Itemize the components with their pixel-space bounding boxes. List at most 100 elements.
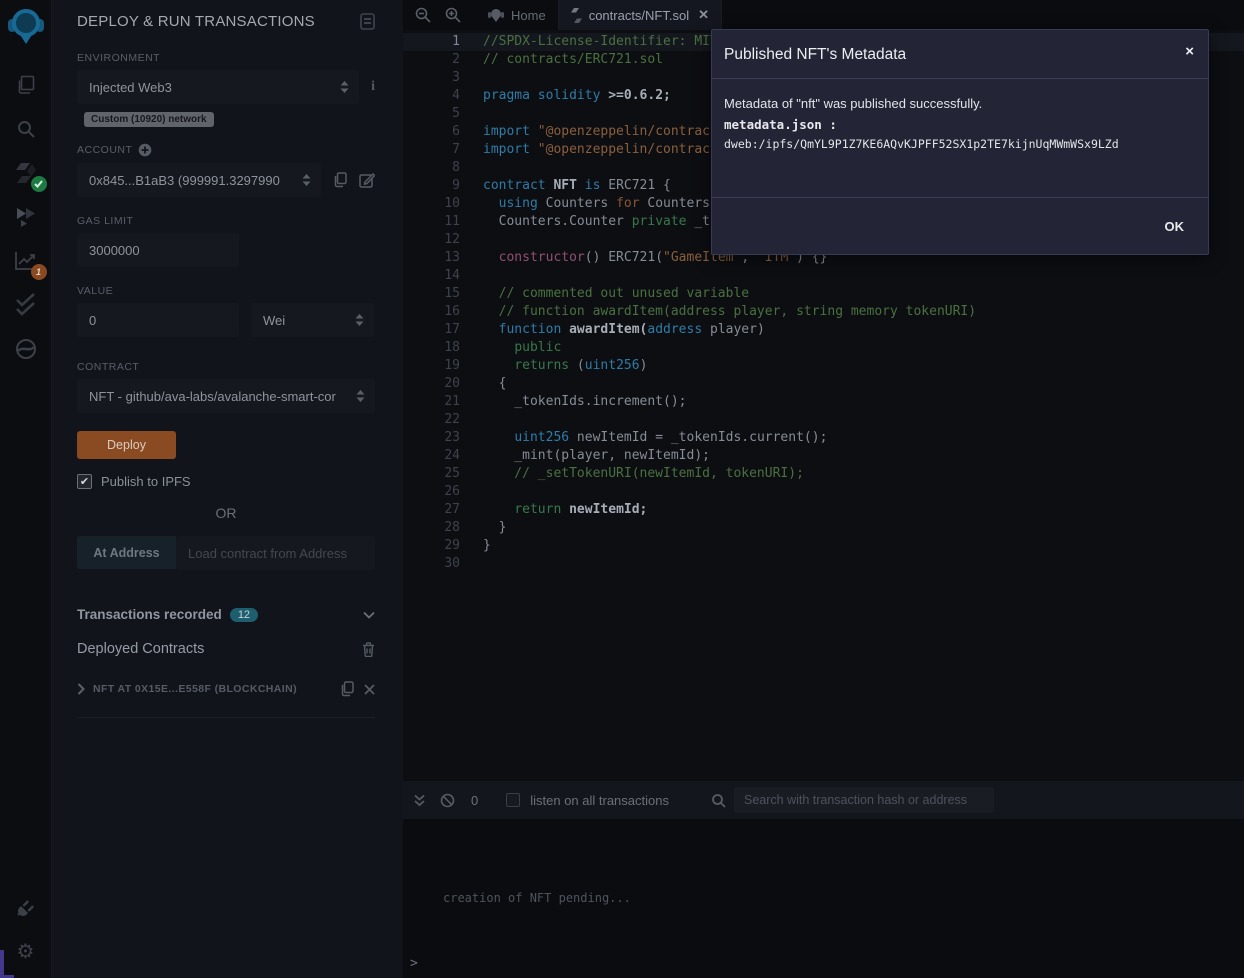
zoom-in-icon[interactable]: [438, 6, 468, 24]
terminal-search-input[interactable]: [734, 787, 994, 813]
remix-home-icon: [488, 7, 504, 23]
account-value: 0x845...B1aB3 (999991.3297990: [89, 173, 280, 188]
chevron-updown-icon: [302, 174, 311, 186]
terminal-output[interactable]: creation of NFT pending... >: [403, 819, 1244, 978]
line-number: 26: [403, 483, 460, 501]
line-number: 23: [403, 429, 460, 447]
code-line[interactable]: 20 {: [403, 375, 1244, 393]
icon-rail: 1 ⚙: [0, 0, 52, 978]
tab-nft-sol-label: contracts/NFT.sol: [589, 8, 689, 23]
clear-console-icon[interactable]: [440, 793, 455, 808]
at-address-input[interactable]: [176, 536, 375, 570]
line-number: 28: [403, 519, 460, 537]
deployed-contract-label: NFT AT 0X15E...E558F (BLOCKCHAIN): [93, 683, 297, 695]
line-number: 19: [403, 357, 460, 375]
line-number: 1: [403, 33, 460, 51]
close-tab-icon[interactable]: ✕: [698, 7, 709, 23]
listen-transactions-checkbox[interactable]: [506, 793, 520, 807]
line-number: 22: [403, 411, 460, 429]
line-number: 29: [403, 537, 460, 555]
theme-accent: [0, 950, 4, 978]
code-line[interactable]: 28 }: [403, 519, 1244, 537]
line-number: 12: [403, 231, 460, 249]
terminal-toolbar: 0 listen on all transactions: [403, 781, 1244, 819]
zoom-out-icon[interactable]: [408, 6, 438, 24]
compile-success-badge: [31, 176, 47, 192]
contract-value: NFT - github/ava-labs/avalanche-smart-co…: [89, 389, 336, 404]
remove-contract-icon[interactable]: [364, 684, 375, 695]
deploy-button[interactable]: Deploy: [77, 431, 176, 459]
code-line[interactable]: 15 // commented out unused variable: [403, 285, 1244, 303]
line-number: 11: [403, 213, 460, 231]
file-explorer-icon[interactable]: [11, 70, 41, 100]
code-line[interactable]: 23 uint256 newItemId = _tokenIds.current…: [403, 429, 1244, 447]
value-input[interactable]: [77, 303, 239, 337]
line-number: 3: [403, 69, 460, 87]
line-number: 13: [403, 249, 460, 267]
environment-value: Injected Web3: [89, 80, 172, 95]
settings-gear-icon[interactable]: ⚙: [11, 936, 41, 966]
deployed-contract-item[interactable]: NFT AT 0X15E...E558F (BLOCKCHAIN): [77, 681, 375, 718]
ok-button[interactable]: OK: [1165, 219, 1185, 234]
tab-home[interactable]: Home: [476, 0, 558, 30]
solidity-compiler-icon[interactable]: [11, 158, 41, 188]
code-line[interactable]: 25 // _setTokenURI(newItemId, tokenURI);: [403, 465, 1244, 483]
line-number: 16: [403, 303, 460, 321]
line-number: 2: [403, 51, 460, 69]
modal-title: Published NFT's Metadata: [724, 46, 1194, 64]
code-line[interactable]: 27 return newItemId;: [403, 501, 1244, 519]
code-line[interactable]: 26: [403, 483, 1244, 501]
modal-close-icon[interactable]: ×: [1185, 43, 1194, 60]
value-unit-select[interactable]: Wei: [251, 303, 374, 337]
at-address-button[interactable]: At Address: [77, 536, 176, 569]
code-line[interactable]: 30: [403, 555, 1244, 573]
terminal-prompt: >: [410, 956, 418, 971]
environment-info-icon[interactable]: i: [371, 79, 375, 95]
chevron-updown-icon: [356, 390, 365, 402]
publish-ipfs-checkbox[interactable]: ✔ Publish to IPFS: [77, 474, 375, 489]
debugger-icon[interactable]: [11, 334, 41, 364]
expand-contract-icon[interactable]: [77, 683, 85, 695]
line-number: 4: [403, 87, 460, 105]
add-account-icon[interactable]: [138, 143, 152, 157]
unit-testing-icon[interactable]: [11, 290, 41, 320]
account-select[interactable]: 0x845...B1aB3 (999991.3297990: [77, 163, 321, 197]
account-label: ACCOUNT: [77, 144, 132, 156]
code-line[interactable]: 19 returns (uint256): [403, 357, 1244, 375]
remix-ide: 1 ⚙ DEPLOY: [0, 0, 1244, 978]
clear-deployed-trash-icon[interactable]: [362, 642, 375, 657]
terminal-search-icon: [711, 793, 726, 808]
remix-logo-icon[interactable]: [7, 6, 45, 46]
gas-limit-input[interactable]: [77, 233, 239, 267]
code-line[interactable]: 21 _tokenIds.increment();: [403, 393, 1244, 411]
panel-title: DEPLOY & RUN TRANSACTIONS: [77, 13, 315, 30]
code-line[interactable]: 24 _mint(player, newItemId);: [403, 447, 1244, 465]
expand-terminal-icon[interactable]: [413, 794, 426, 807]
code-line[interactable]: 14: [403, 267, 1244, 285]
code-line[interactable]: 17 function awardItem(address player): [403, 321, 1244, 339]
sign-message-icon[interactable]: [359, 172, 375, 188]
code-line[interactable]: 18 public: [403, 339, 1244, 357]
transactions-recorded-toggle[interactable]: Transactions recorded 12: [77, 607, 375, 622]
tab-nft-sol[interactable]: contracts/NFT.sol ✕: [558, 0, 722, 30]
code-line[interactable]: 22: [403, 411, 1244, 429]
search-icon[interactable]: [11, 114, 41, 144]
documentation-icon[interactable]: [360, 13, 375, 30]
deploy-and-run-icon[interactable]: [11, 202, 41, 232]
code-line[interactable]: 29}: [403, 537, 1244, 555]
deployed-contracts-label: Deployed Contracts: [77, 641, 204, 657]
plugin-manager-icon[interactable]: [11, 892, 41, 922]
line-number: 20: [403, 375, 460, 393]
checkbox-checked-icon: ✔: [77, 474, 92, 489]
code-line[interactable]: 16 // function awardItem(address player,…: [403, 303, 1244, 321]
environment-select[interactable]: Injected Web3: [77, 70, 359, 104]
deploy-run-panel: DEPLOY & RUN TRANSACTIONS ENVIRONMENT In…: [52, 0, 403, 978]
line-number: 21: [403, 393, 460, 411]
statistics-icon[interactable]: 1: [11, 246, 41, 276]
statistics-badge: 1: [31, 264, 47, 280]
pending-tx-count: 0: [471, 793, 478, 808]
copy-account-icon[interactable]: [333, 172, 347, 188]
environment-label: ENVIRONMENT: [77, 52, 375, 64]
contract-select[interactable]: NFT - github/ava-labs/avalanche-smart-co…: [77, 379, 375, 413]
copy-contract-icon[interactable]: [340, 681, 354, 697]
